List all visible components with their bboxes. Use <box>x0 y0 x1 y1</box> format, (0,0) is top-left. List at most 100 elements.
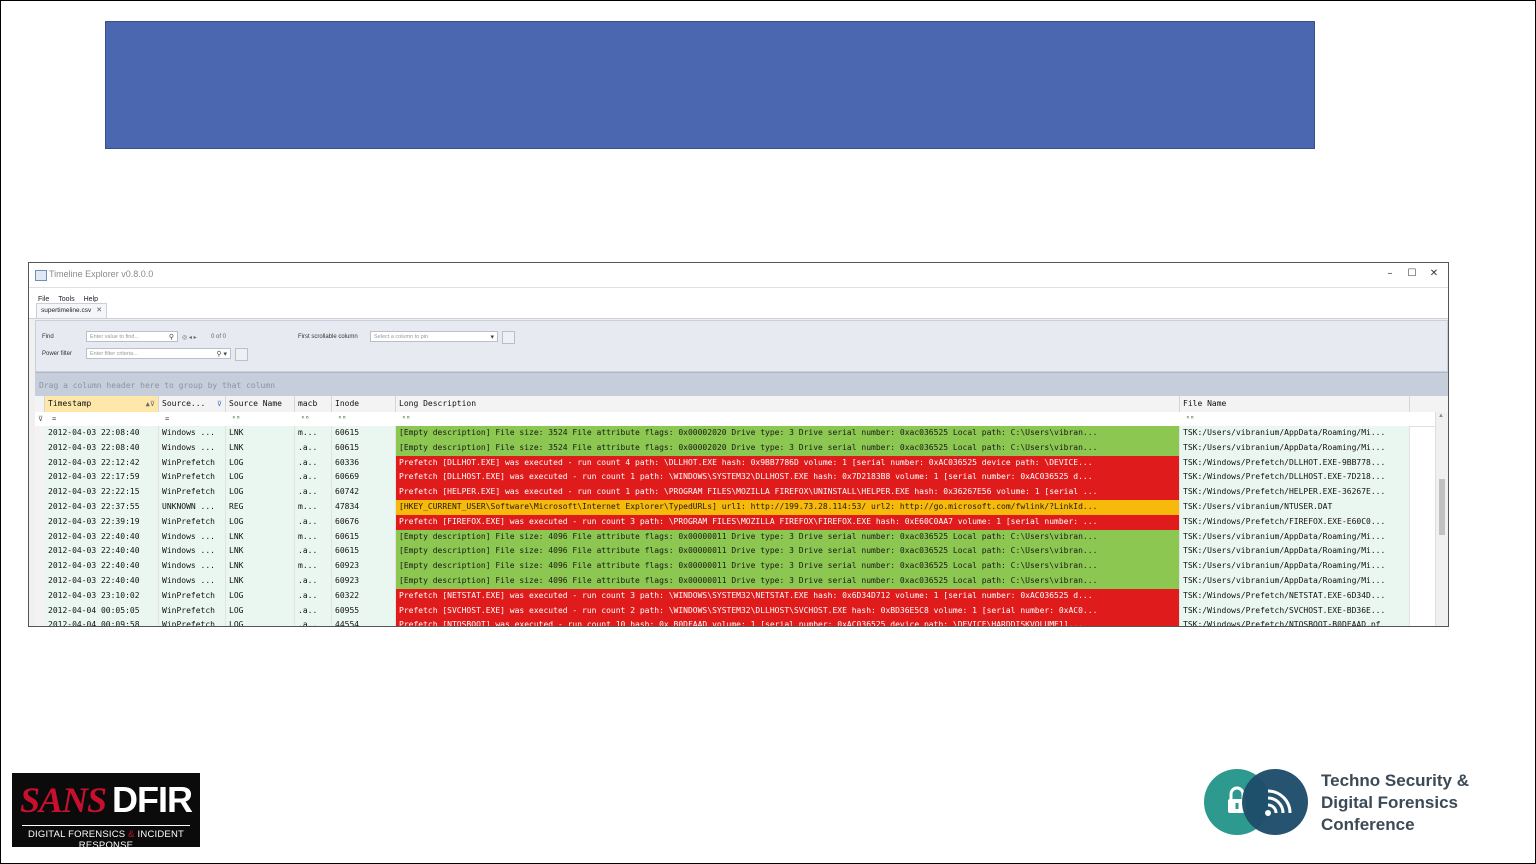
cell-macb[interactable]: .a.. <box>295 618 332 626</box>
row-selector[interactable] <box>35 588 45 604</box>
row-selector[interactable] <box>35 440 45 456</box>
cell-macb[interactable]: .a.. <box>295 603 332 619</box>
filter-active-icon[interactable]: ⊽ <box>217 396 222 412</box>
cell-inode[interactable]: 60322 <box>332 588 396 604</box>
cell-timestamp[interactable]: 2012-04-03 22:22:15 <box>45 485 159 500</box>
cell-file-name[interactable]: TSK:/Windows/Prefetch/SVCHOST.EXE-BD36E.… <box>1180 603 1410 619</box>
table-row[interactable]: 2012-04-03 22:40:40 Windows ... LNK m... 606… <box>35 529 1435 545</box>
find-input[interactable]: Enter value to find... ⚲ <box>86 331 178 342</box>
cell-source-name[interactable]: REG <box>226 500 295 515</box>
power-filter-apply-button[interactable] <box>235 348 248 361</box>
table-row[interactable]: 2012-04-03 22:39:19 WinPrefetch LOG .a.. 606… <box>35 514 1435 530</box>
cell-source[interactable]: Windows ... <box>159 559 226 574</box>
cell-source-name[interactable]: LNK <box>226 544 295 560</box>
cell-source[interactable]: UNKNOWN ... <box>159 500 226 515</box>
cell-source-name[interactable]: LNK <box>226 559 295 574</box>
cell-inode[interactable]: 60676 <box>332 514 396 530</box>
cell-source-name[interactable]: LOG <box>226 455 295 471</box>
cell-source[interactable]: Windows ... <box>159 544 226 560</box>
cell-source-name[interactable]: LNK <box>226 426 295 441</box>
cell-macb[interactable]: .a.. <box>295 588 332 604</box>
cell-long-description[interactable]: [HKEY_CURRENT_USER\Software\Microsoft\In… <box>396 500 1180 515</box>
cell-timestamp[interactable]: 2012-04-03 22:37:55 <box>45 500 159 515</box>
cell-source[interactable]: WinPrefetch <box>159 455 226 471</box>
table-row[interactable]: 2012-04-03 22:17:59 WinPrefetch LOG .a.. 606… <box>35 470 1435 486</box>
maximize-button[interactable]: ☐ <box>1406 267 1418 281</box>
cell-file-name[interactable]: TSK:/Users/vibranium/AppData/Roaming/Mi.… <box>1180 440 1410 456</box>
cell-inode[interactable]: 60615 <box>332 426 396 441</box>
scrollbar-thumb[interactable] <box>1439 479 1445 535</box>
cell-long-description[interactable]: [Empty description] File size: 4096 File… <box>396 559 1180 574</box>
cell-long-description[interactable]: Prefetch [DLLHOST.EXE] was executed - ru… <box>396 470 1180 486</box>
minimize-button[interactable]: – <box>1384 267 1396 281</box>
tab-supertimeline[interactable]: supertimeline.csv ✕ <box>36 303 108 318</box>
cell-file-name[interactable]: TSK:/Users/vibranium/NTUSER.DAT <box>1180 500 1410 515</box>
cell-source[interactable]: WinPrefetch <box>159 588 226 604</box>
table-row[interactable]: 2012-04-03 23:10:02 WinPrefetch LOG .a.. 603… <box>35 588 1435 604</box>
column-header-inode[interactable]: Inode <box>332 396 396 412</box>
source-filter-cell[interactable]: = <box>162 412 226 426</box>
row-selector[interactable] <box>35 426 45 441</box>
cell-source[interactable]: WinPrefetch <box>159 514 226 530</box>
cell-macb[interactable]: .a.. <box>295 470 332 486</box>
cell-macb[interactable]: m... <box>295 500 332 515</box>
table-row[interactable]: 2012-04-04 00:05:05 WinPrefetch LOG .a.. 609… <box>35 603 1435 619</box>
cell-long-description[interactable]: [Empty description] File size: 4096 File… <box>396 544 1180 560</box>
row-selector[interactable] <box>35 544 45 560</box>
cell-timestamp[interactable]: 2012-04-03 22:39:19 <box>45 514 159 530</box>
cell-file-name[interactable]: TSK:/Windows/Prefetch/NETSTAT.EXE-6D34D.… <box>1180 588 1410 604</box>
table-row[interactable]: 2012-04-03 22:40:40 Windows ... LNK .a.. 609… <box>35 574 1435 589</box>
row-selector[interactable] <box>35 455 45 471</box>
cell-timestamp[interactable]: 2012-04-04 00:05:05 <box>45 603 159 619</box>
file-name-filter-cell[interactable]: ᴿᴮ <box>1183 412 1410 426</box>
cell-long-description[interactable]: Prefetch [NETSTAT.EXE] was executed - ru… <box>396 588 1180 604</box>
vertical-scrollbar[interactable]: ▲ <box>1435 412 1448 626</box>
cell-file-name[interactable]: TSK:/Windows/Prefetch/NTOSBOOT-B0DFAAD.p… <box>1180 618 1410 626</box>
cell-long-description[interactable]: Prefetch [SVCHOST.EXE] was executed - ru… <box>396 603 1180 619</box>
cell-source-name[interactable]: LOG <box>226 588 295 604</box>
column-header-long-description[interactable]: Long Description <box>396 396 1180 412</box>
cell-source[interactable]: Windows ... <box>159 574 226 589</box>
cell-file-name[interactable]: TSK:/Users/vibranium/AppData/Roaming/Mi.… <box>1180 559 1410 574</box>
cell-macb[interactable]: .a.. <box>295 514 332 530</box>
cell-long-description[interactable]: [Empty description] File size: 4096 File… <box>396 529 1180 545</box>
cell-source[interactable]: Windows ... <box>159 440 226 456</box>
column-header-macb[interactable]: macb <box>295 396 332 412</box>
row-selector[interactable] <box>35 529 45 545</box>
cell-file-name[interactable]: TSK:/Windows/Prefetch/FIREFOX.EXE-E60C0.… <box>1180 514 1410 530</box>
cell-file-name[interactable]: TSK:/Users/vibranium/AppData/Roaming/Mi.… <box>1180 529 1410 545</box>
cell-timestamp[interactable]: 2012-04-03 22:17:59 <box>45 470 159 486</box>
row-selector[interactable] <box>35 485 45 500</box>
cell-source-name[interactable]: LOG <box>226 485 295 500</box>
row-selector[interactable] <box>35 574 45 589</box>
long-description-filter-cell[interactable]: ᴿᴮ <box>399 412 1180 426</box>
cell-source-name[interactable]: LOG <box>226 514 295 530</box>
pin-column-select[interactable]: Select a column to pin ▾ <box>370 331 498 342</box>
cell-macb[interactable]: .a.. <box>295 544 332 560</box>
cell-source-name[interactable]: LNK <box>226 529 295 545</box>
scroll-up-icon[interactable]: ▲ <box>1438 413 1444 419</box>
cell-macb[interactable]: .a.. <box>295 440 332 456</box>
table-row[interactable]: 2012-04-03 22:40:40 Windows ... LNK .a.. 606… <box>35 544 1435 560</box>
cell-inode[interactable]: 44554 <box>332 618 396 626</box>
cell-timestamp[interactable]: 2012-04-04 00:09:58 <box>45 618 159 626</box>
cell-source[interactable]: WinPrefetch <box>159 485 226 500</box>
cell-file-name[interactable]: TSK:/Windows/Prefetch/DLLHOT.EXE-9BB778.… <box>1180 455 1410 471</box>
cell-inode[interactable]: 60923 <box>332 559 396 574</box>
cell-source-name[interactable]: LNK <box>226 574 295 589</box>
cell-source-name[interactable]: LOG <box>226 603 295 619</box>
cell-inode[interactable]: 60615 <box>332 529 396 545</box>
cell-source-name[interactable]: LOG <box>226 470 295 486</box>
cell-source[interactable]: Windows ... <box>159 529 226 545</box>
cell-timestamp[interactable]: 2012-04-03 22:40:40 <box>45 544 159 560</box>
cell-inode[interactable]: 47834 <box>332 500 396 515</box>
cell-long-description[interactable]: Prefetch [DLLHOT.EXE] was executed - run… <box>396 455 1180 471</box>
row-selector[interactable] <box>35 559 45 574</box>
source-name-filter-cell[interactable]: ᴿᴮ <box>229 412 295 426</box>
cell-source[interactable]: WinPrefetch <box>159 618 226 626</box>
cell-inode[interactable]: 60615 <box>332 440 396 456</box>
cell-inode[interactable]: 60742 <box>332 485 396 500</box>
cell-timestamp[interactable]: 2012-04-03 23:10:02 <box>45 588 159 604</box>
row-selector[interactable] <box>35 470 45 486</box>
cell-file-name[interactable]: TSK:/Users/vibranium/AppData/Roaming/Mi.… <box>1180 574 1410 589</box>
